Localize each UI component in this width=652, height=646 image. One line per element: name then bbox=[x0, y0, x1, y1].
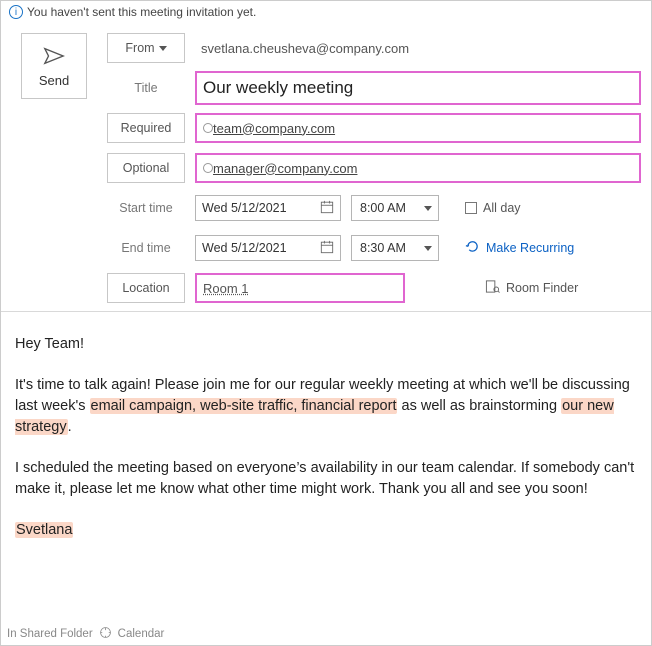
end-date-input[interactable]: Wed 5/12/2021 bbox=[195, 235, 341, 261]
body-greeting: Hey Team! bbox=[15, 334, 637, 355]
body-text: as well as brainstorming bbox=[397, 398, 561, 414]
end-time-input[interactable]: 8:30 AM bbox=[351, 235, 439, 261]
end-time-label: End time bbox=[107, 241, 185, 255]
optional-value: manager@company.com bbox=[213, 161, 357, 176]
info-text: You haven't sent this meeting invitation… bbox=[27, 5, 256, 19]
start-date-value: Wed 5/12/2021 bbox=[202, 201, 287, 215]
start-time-input[interactable]: 8:00 AM bbox=[351, 195, 439, 221]
calendar-text: Calendar bbox=[118, 628, 165, 640]
start-time-label: Start time bbox=[107, 201, 185, 215]
send-button[interactable]: Send bbox=[21, 33, 87, 99]
required-input[interactable]: team@company.com bbox=[195, 113, 641, 143]
location-button[interactable]: Location bbox=[107, 273, 185, 303]
end-time-value: 8:30 AM bbox=[360, 241, 406, 255]
recurring-icon bbox=[465, 239, 480, 257]
start-date-input[interactable]: Wed 5/12/2021 bbox=[195, 195, 341, 221]
chevron-down-icon bbox=[424, 206, 432, 211]
title-input[interactable]: Our weekly meeting bbox=[195, 71, 641, 105]
location-value: Room 1 bbox=[203, 281, 249, 296]
allday-checkbox[interactable]: All day bbox=[465, 201, 521, 215]
location-label: Location bbox=[122, 281, 169, 295]
calendar-icon bbox=[320, 200, 334, 217]
room-finder-icon bbox=[485, 279, 500, 297]
optional-input[interactable]: manager@company.com bbox=[195, 153, 641, 183]
location-input[interactable]: Room 1 bbox=[195, 273, 405, 303]
body-paragraph-2: I scheduled the meeting based on everyon… bbox=[15, 458, 637, 500]
chevron-down-icon bbox=[424, 246, 432, 251]
from-value: svetlana.cheusheva@company.com bbox=[195, 41, 641, 56]
presence-icon bbox=[203, 163, 213, 173]
make-recurring-button[interactable]: Make Recurring bbox=[465, 239, 574, 257]
recurring-label: Make Recurring bbox=[486, 241, 574, 255]
info-bar: i You haven't sent this meeting invitati… bbox=[1, 1, 651, 23]
checkbox-icon bbox=[465, 202, 477, 214]
title-label: Title bbox=[107, 81, 185, 95]
body-signature: Svetlana bbox=[15, 522, 73, 538]
room-finder-button[interactable]: Room Finder bbox=[485, 279, 578, 297]
optional-label: Optional bbox=[123, 161, 170, 175]
info-icon: i bbox=[9, 5, 23, 19]
status-bar: In Shared Folder Calendar bbox=[1, 623, 651, 645]
required-value: team@company.com bbox=[213, 121, 335, 136]
message-body[interactable]: Hey Team! It's time to talk again! Pleas… bbox=[1, 312, 651, 623]
allday-label: All day bbox=[483, 201, 521, 215]
from-button[interactable]: From bbox=[107, 33, 185, 63]
presence-icon bbox=[203, 123, 213, 133]
meeting-header: Send From svetlana.cheusheva@company.com… bbox=[1, 23, 651, 312]
send-icon bbox=[43, 45, 65, 67]
from-label: From bbox=[125, 41, 154, 55]
folder-text: In Shared Folder bbox=[7, 628, 93, 640]
body-paragraph-1: It's time to talk again! Please join me … bbox=[15, 375, 637, 438]
optional-button[interactable]: Optional bbox=[107, 153, 185, 183]
chevron-down-icon bbox=[159, 46, 167, 51]
calendar-icon bbox=[99, 626, 112, 642]
end-date-value: Wed 5/12/2021 bbox=[202, 241, 287, 255]
send-label: Send bbox=[39, 73, 69, 88]
highlight-topics: email campaign, web-site traffic, financ… bbox=[90, 398, 398, 414]
required-label: Required bbox=[121, 121, 172, 135]
start-time-value: 8:00 AM bbox=[360, 201, 406, 215]
required-button[interactable]: Required bbox=[107, 113, 185, 143]
calendar-icon bbox=[320, 240, 334, 257]
room-finder-label: Room Finder bbox=[506, 281, 578, 295]
body-text: . bbox=[68, 419, 72, 435]
title-value: Our weekly meeting bbox=[203, 78, 353, 98]
